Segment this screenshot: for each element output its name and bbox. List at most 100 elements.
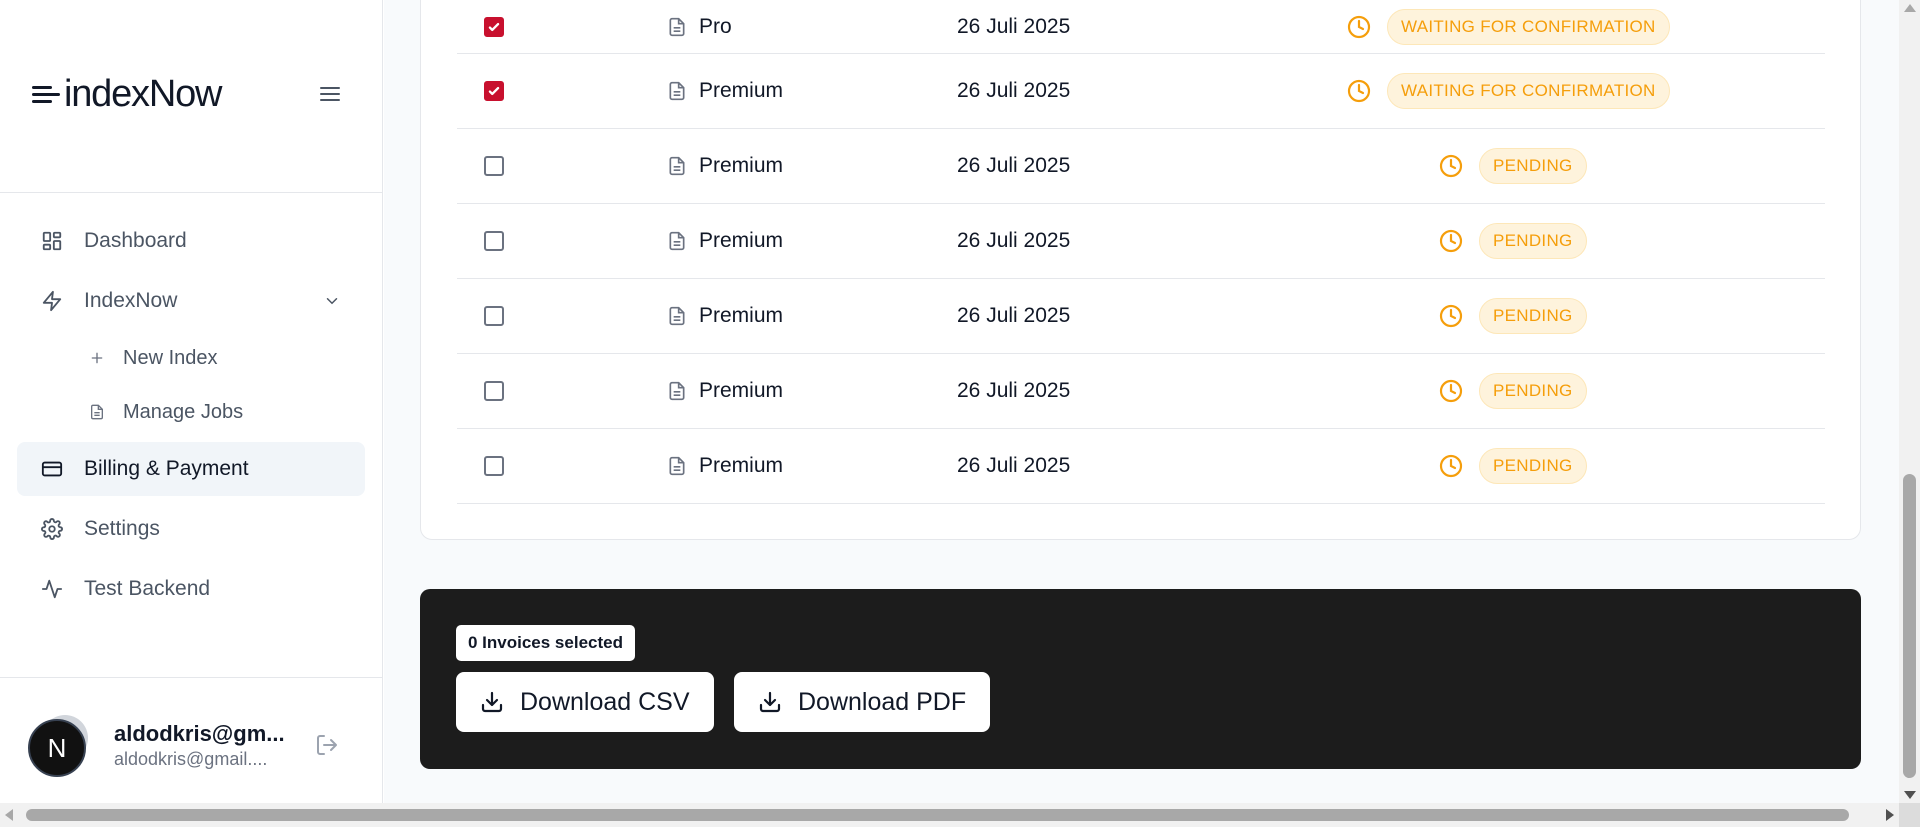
plan-name: Premium	[699, 79, 784, 102]
sidebar-item-dashboard[interactable]: Dashboard	[17, 214, 365, 268]
app-root: indexNow Dashboard IndexNow New Index Ma…	[0, 0, 1920, 827]
table-row: Premium 26 Juli 2025 PENDING	[457, 129, 1825, 204]
scroll-down-arrow-icon[interactable]	[1904, 791, 1916, 799]
status-cell: WAITING FOR CONFIRMATION	[1347, 73, 1670, 109]
plan-name: Pro	[699, 15, 732, 38]
logo-text: indexNow	[64, 72, 222, 115]
sidebar-item-billing[interactable]: Billing & Payment	[17, 442, 365, 496]
horizontal-scroll-thumb[interactable]	[26, 809, 1849, 821]
logo-mark-icon	[32, 85, 60, 103]
clock-icon	[1439, 304, 1463, 328]
invoice-table: Pro 26 Juli 2025 WAITING FOR CONFIRMATION P…	[457, 1, 1825, 504]
sidebar-item-settings[interactable]: Settings	[17, 502, 365, 556]
plan-name: Premium	[699, 304, 784, 327]
file-text-icon	[667, 16, 687, 38]
plan-cell: Premium	[667, 229, 783, 253]
scroll-up-arrow-icon[interactable]	[1904, 4, 1916, 12]
sidebar-toggle-button[interactable]	[318, 82, 342, 106]
clock-icon	[1439, 454, 1463, 478]
gear-icon	[40, 517, 64, 541]
sidebar-header: indexNow	[32, 70, 342, 118]
sidebar-divider	[0, 677, 382, 678]
sidebar-divider	[0, 192, 382, 193]
clock-icon	[1439, 154, 1463, 178]
row-checkbox[interactable]	[484, 231, 504, 251]
table-row: Premium 26 Juli 2025 WAITING FOR CONFIRMAT…	[457, 54, 1825, 129]
status-cell: PENDING	[1439, 373, 1587, 409]
status-badge: PENDING	[1479, 373, 1587, 409]
plan-name: Premium	[699, 379, 784, 402]
plan-name: Premium	[699, 454, 784, 477]
table-row: Premium 26 Juli 2025 PENDING	[457, 354, 1825, 429]
file-text-icon	[87, 402, 107, 422]
avatar-stack[interactable]: N	[28, 713, 92, 777]
file-text-icon	[667, 155, 687, 177]
scroll-right-arrow-icon[interactable]	[1886, 809, 1894, 821]
plus-icon	[87, 348, 107, 368]
sidebar-item-label: Dashboard	[84, 229, 187, 252]
download-pdf-button[interactable]: Download PDF	[734, 672, 991, 732]
status-badge: PENDING	[1479, 298, 1587, 334]
vertical-scroll-thumb[interactable]	[1903, 474, 1916, 778]
sidebar-item-label: Settings	[84, 517, 160, 540]
file-text-icon	[667, 380, 687, 402]
status-badge: PENDING	[1479, 223, 1587, 259]
clock-icon	[1439, 229, 1463, 253]
sidebar-item-test-backend[interactable]: Test Backend	[17, 562, 365, 616]
logout-button[interactable]	[315, 733, 339, 757]
status-badge: PENDING	[1479, 148, 1587, 184]
clock-icon	[1439, 379, 1463, 403]
sidebar-item-indexnow[interactable]: IndexNow	[17, 274, 365, 328]
scroll-left-arrow-icon[interactable]	[5, 809, 13, 821]
file-text-icon	[667, 80, 687, 102]
status-cell: PENDING	[1439, 448, 1587, 484]
plan-cell: Premium	[667, 79, 783, 103]
activity-icon	[40, 577, 64, 601]
invoice-table-card: Pro 26 Juli 2025 WAITING FOR CONFIRMATION P…	[420, 0, 1861, 540]
horizontal-scrollbar[interactable]	[0, 803, 1899, 827]
plan-cell: Premium	[667, 304, 783, 328]
user-name: aldodkris@gm...	[114, 720, 285, 746]
user-email: aldodkris@gmail....	[114, 748, 268, 769]
clock-icon	[1347, 79, 1371, 103]
plan-name: Premium	[699, 229, 784, 252]
dashboard-icon	[40, 229, 64, 253]
file-text-icon	[667, 305, 687, 327]
plan-cell: Premium	[667, 454, 783, 478]
sidebar-item-label: Billing & Payment	[84, 457, 249, 480]
status-cell: PENDING	[1439, 223, 1587, 259]
invoice-date: 26 Juli 2025	[957, 454, 1071, 477]
sidebar-subitem-label: New Index	[123, 346, 218, 369]
hamburger-menu-icon	[320, 87, 340, 101]
invoice-date: 26 Juli 2025	[957, 379, 1071, 402]
download-icon	[759, 691, 781, 713]
row-checkbox[interactable]	[484, 81, 504, 101]
invoice-date: 26 Juli 2025	[957, 15, 1071, 38]
table-row: Premium 26 Juli 2025 PENDING	[457, 204, 1825, 279]
invoice-date: 26 Juli 2025	[957, 79, 1071, 102]
avatar: N	[28, 719, 86, 777]
logo[interactable]: indexNow	[32, 72, 222, 116]
row-checkbox[interactable]	[484, 156, 504, 176]
sidebar-item-label: Test Backend	[84, 577, 211, 600]
plan-name: Premium	[699, 154, 784, 177]
selected-count-badge: 0 Invoices selected	[456, 625, 635, 661]
main-content: Pro 26 Juli 2025 WAITING FOR CONFIRMATION P…	[384, 0, 1899, 803]
sidebar-subitem-manage-jobs[interactable]: Manage Jobs	[17, 388, 365, 436]
table-row: Premium 26 Juli 2025 PENDING	[457, 429, 1825, 504]
sidebar-subitem-label: Manage Jobs	[123, 400, 244, 423]
vertical-scrollbar[interactable]	[1899, 0, 1920, 803]
chevron-down-icon[interactable]	[323, 292, 341, 310]
invoice-date: 26 Juli 2025	[957, 304, 1071, 327]
download-csv-button[interactable]: Download CSV	[456, 672, 714, 732]
download-pdf-label: Download PDF	[798, 687, 967, 716]
table-row: Premium 26 Juli 2025 PENDING	[457, 279, 1825, 354]
row-checkbox[interactable]	[484, 306, 504, 326]
row-checkbox[interactable]	[484, 456, 504, 476]
row-checkbox[interactable]	[484, 381, 504, 401]
invoice-date: 26 Juli 2025	[957, 154, 1071, 177]
row-checkbox[interactable]	[484, 17, 504, 37]
export-panel: 0 Invoices selected Download CSV Downloa…	[420, 589, 1861, 769]
sidebar-subitem-new-index[interactable]: New Index	[17, 334, 365, 382]
status-badge: PENDING	[1479, 448, 1587, 484]
